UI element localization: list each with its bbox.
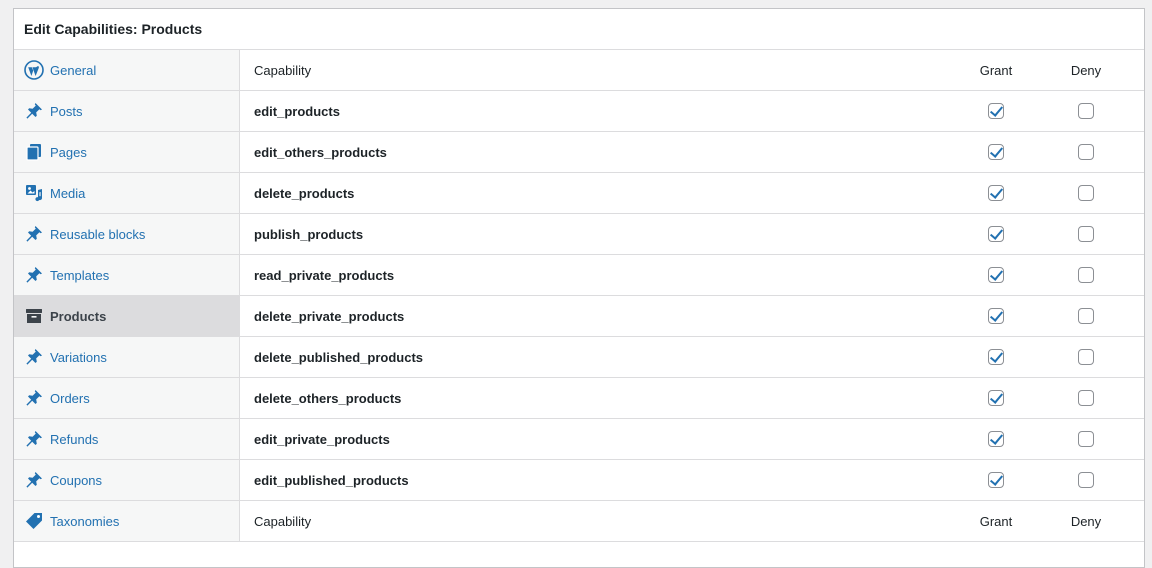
footer-deny: Deny <box>1070 513 1102 529</box>
header-deny: Deny <box>1070 62 1102 78</box>
sidebar-item-label: Coupons <box>50 472 103 488</box>
pin-icon <box>24 265 44 285</box>
deny-checkbox[interactable] <box>1078 226 1094 242</box>
deny-checkbox[interactable] <box>1078 308 1094 324</box>
grant-checkbox[interactable] <box>988 267 1004 283</box>
deny-checkbox[interactable] <box>1078 349 1094 365</box>
table-row: edit_products <box>240 91 1144 132</box>
capability-name: delete_published_products <box>254 349 424 365</box>
table-row: delete_private_products <box>240 296 1144 337</box>
pin-icon <box>24 470 44 490</box>
sidebar-item-label: General <box>50 62 97 78</box>
pin-icon <box>24 101 44 121</box>
capability-name: edit_others_products <box>254 144 387 160</box>
wordpress-icon <box>24 60 44 80</box>
tag-icon <box>24 511 44 531</box>
sidebar-item-coupons[interactable]: Coupons <box>14 460 239 501</box>
pages-icon <box>24 142 44 162</box>
panel-body: General Posts Pages Media Reusable blocks Tem… <box>14 50 1144 542</box>
sidebar-item-templates[interactable]: Templates <box>14 255 239 296</box>
panel-header: Edit Capabilities: Products <box>14 9 1144 50</box>
sidebar-item-label: Posts <box>50 103 83 119</box>
deny-checkbox[interactable] <box>1078 472 1094 488</box>
sidebar-item-label: Reusable blocks <box>50 226 146 242</box>
sidebar-item-label: Refunds <box>50 431 99 447</box>
table-footer-row: Capability Grant Deny <box>240 501 1144 542</box>
deny-checkbox[interactable] <box>1078 144 1094 160</box>
sidebar-item-general[interactable]: General <box>14 50 239 91</box>
sidebar-item-label: Variations <box>50 349 107 365</box>
table-row: edit_others_products <box>240 132 1144 173</box>
table-row: delete_products <box>240 173 1144 214</box>
grant-checkbox[interactable] <box>988 390 1004 406</box>
sidebar-item-label: Media <box>50 185 86 201</box>
header-capability: Capability <box>254 62 312 78</box>
grant-checkbox[interactable] <box>988 349 1004 365</box>
capability-name: delete_others_products <box>254 390 402 406</box>
sidebar-item-pages[interactable]: Pages <box>14 132 239 173</box>
footer-capability: Capability <box>254 513 312 529</box>
sidebar-item-label: Orders <box>50 390 90 406</box>
sidebar-item-variations[interactable]: Variations <box>14 337 239 378</box>
table-row: delete_published_products <box>240 337 1144 378</box>
grant-checkbox[interactable] <box>988 103 1004 119</box>
sidebar-item-label: Products <box>50 308 107 324</box>
panel-title: Edit Capabilities: Products <box>24 21 203 37</box>
pin-icon <box>24 388 44 408</box>
deny-checkbox[interactable] <box>1078 185 1094 201</box>
capability-name: edit_products <box>254 103 340 119</box>
header-grant: Grant <box>979 62 1013 78</box>
deny-checkbox[interactable] <box>1078 267 1094 283</box>
sidebar-item-label: Templates <box>50 267 110 283</box>
table-header-row: Capability Grant Deny <box>240 50 1144 91</box>
sidebar-item-media[interactable]: Media <box>14 173 239 214</box>
capability-name: read_private_products <box>254 267 395 283</box>
media-icon <box>24 183 44 203</box>
sidebar-item-posts[interactable]: Posts <box>14 91 239 132</box>
sidebar-item-taxonomies[interactable]: Taxonomies <box>14 501 239 542</box>
sidebar-item-label: Taxonomies <box>50 513 120 529</box>
grant-checkbox[interactable] <box>988 472 1004 488</box>
sidebar-item-orders[interactable]: Orders <box>14 378 239 419</box>
capability-name: edit_published_products <box>254 472 409 488</box>
capability-name: edit_private_products <box>254 431 390 447</box>
pin-icon <box>24 429 44 449</box>
pin-icon <box>24 224 44 244</box>
table-row: read_private_products <box>240 255 1144 296</box>
deny-checkbox[interactable] <box>1078 431 1094 447</box>
grant-checkbox[interactable] <box>988 308 1004 324</box>
capability-table: Capability Grant Deny edit_products edit_… <box>240 50 1144 542</box>
table-row: edit_private_products <box>240 419 1144 460</box>
grant-checkbox[interactable] <box>988 185 1004 201</box>
archive-icon <box>24 306 44 326</box>
table-row: publish_products <box>240 214 1144 255</box>
sidebar-item-label: Pages <box>50 144 87 160</box>
grant-checkbox[interactable] <box>988 431 1004 447</box>
table-row: edit_published_products <box>240 460 1144 501</box>
footer-grant: Grant <box>979 513 1013 529</box>
sidebar-item-products[interactable]: Products <box>14 296 239 337</box>
deny-checkbox[interactable] <box>1078 390 1094 406</box>
grant-checkbox[interactable] <box>988 226 1004 242</box>
grant-checkbox[interactable] <box>988 144 1004 160</box>
edit-capabilities-panel: Edit Capabilities: Products General Posts… <box>13 8 1145 568</box>
capability-name: delete_products <box>254 185 355 201</box>
capability-group-sidebar: General Posts Pages Media Reusable blocks Tem… <box>14 50 240 542</box>
capability-name: delete_private_products <box>254 308 405 324</box>
sidebar-item-refunds[interactable]: Refunds <box>14 419 239 460</box>
deny-checkbox[interactable] <box>1078 103 1094 119</box>
pin-icon <box>24 347 44 367</box>
capability-name: publish_products <box>254 226 364 242</box>
sidebar-item-reusable-blocks[interactable]: Reusable blocks <box>14 214 239 255</box>
table-row: delete_others_products <box>240 378 1144 419</box>
